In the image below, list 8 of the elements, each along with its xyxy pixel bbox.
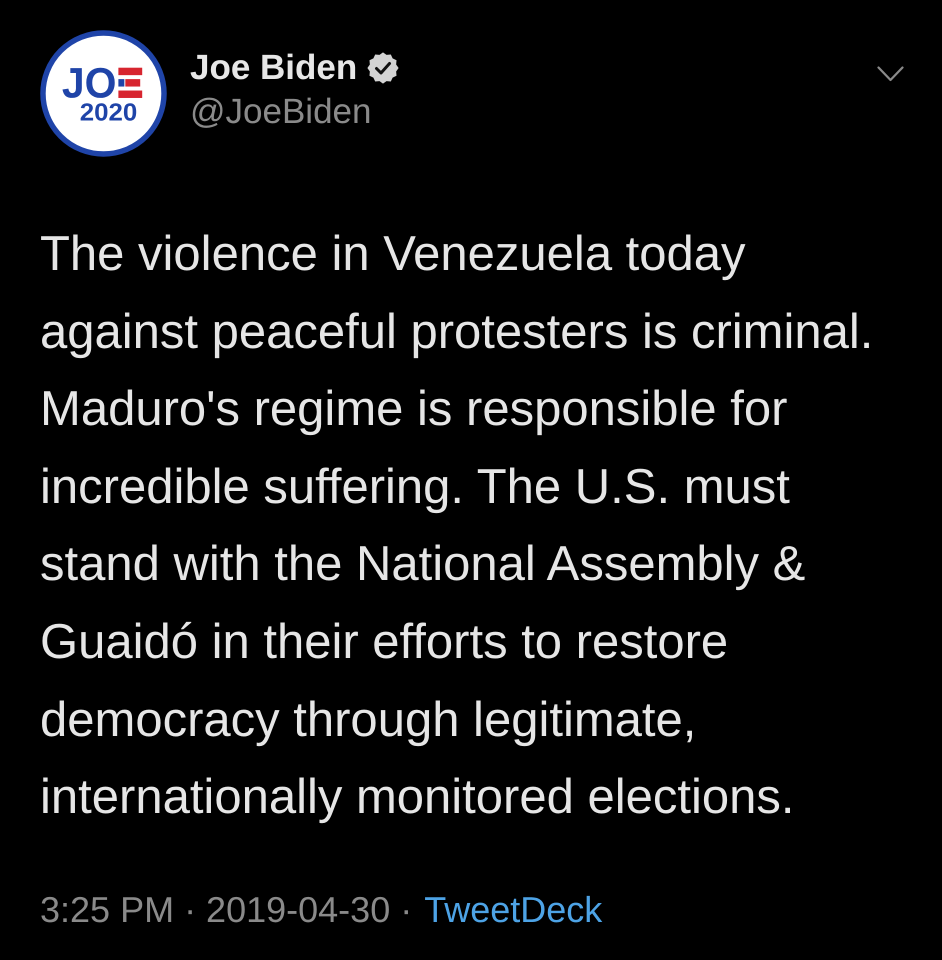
author-handle[interactable]: @JoeBiden	[190, 90, 400, 134]
author-name[interactable]: Joe Biden	[190, 46, 358, 90]
separator-dot: ·	[400, 888, 412, 930]
chevron-down-icon[interactable]	[877, 66, 904, 82]
timestamp: 3:25 PM · 2019-04-30	[40, 888, 390, 930]
tweet-text: The violence in Venezuela today against peaceful protesters is criminal. Maduro's regime is responsible for incredible suffering. The U.S. must stand with the National Assembly & Guaidó in their efforts to restore democracy through legitimate, internationally monitored elections.	[40, 226, 874, 826]
source-link[interactable]: TweetDeck	[424, 888, 602, 930]
stripes-icon	[118, 68, 142, 98]
